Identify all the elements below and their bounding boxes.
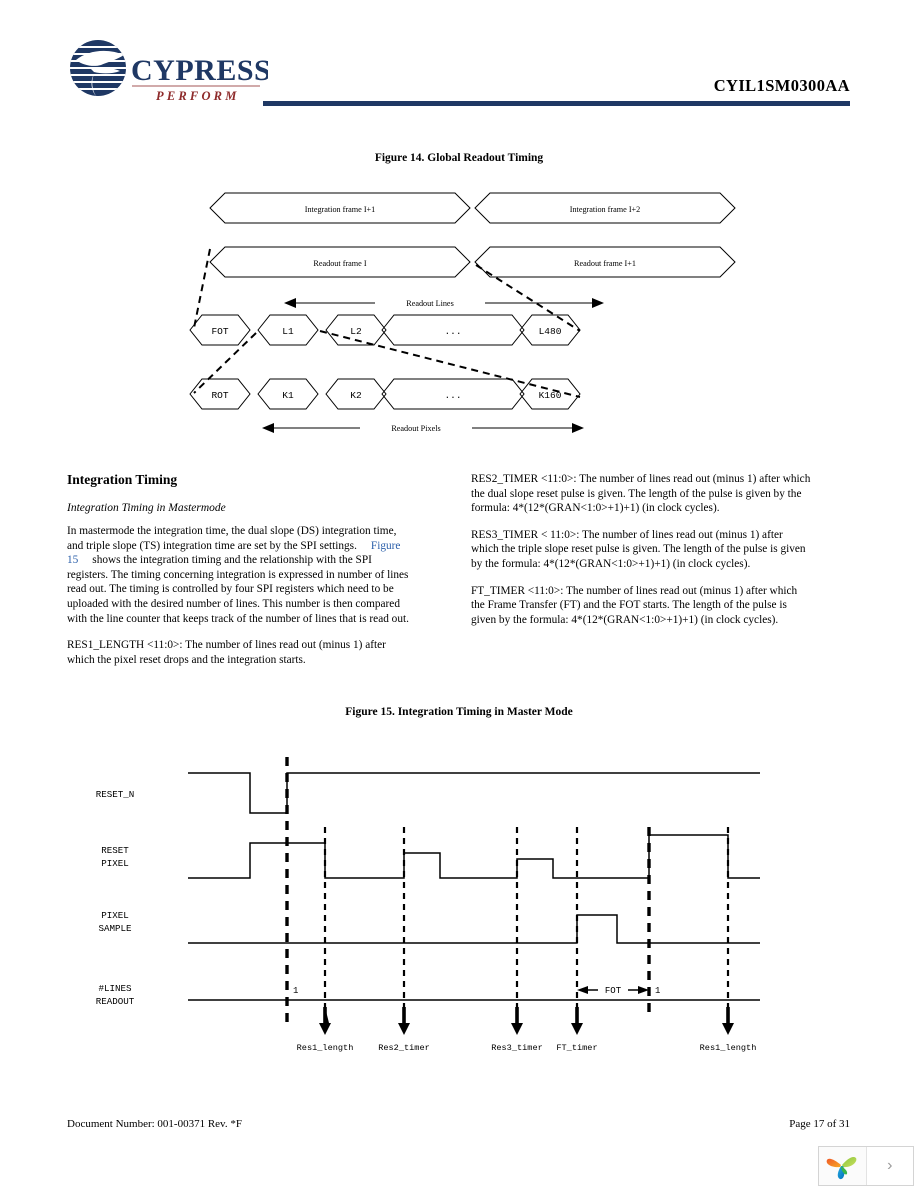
paragraph-mastermode: In mastermode the integration time, the … [67,524,412,626]
pixel-cell-ellipsis: ... [444,390,461,401]
signal-label-lines: #LINES [98,983,132,994]
header-rule [263,101,850,106]
readout-frame-row [209,246,736,278]
left-text-column: Integration Timing Integration Timing in… [67,472,412,679]
figure-15-diagram: RESET_N RESET PIXEL PIXEL SAMPLE #LINES … [60,735,860,1065]
line-cell-l480: L480 [539,326,562,337]
pixel-cell-k1: K1 [282,390,294,401]
line-cell-ellipsis: ... [444,326,461,337]
right-text-column: RES2_TIMER <11:0>: The number of lines r… [471,472,811,639]
integration-frame-row [209,192,736,224]
signal-label-reset-n: RESET_N [96,789,135,800]
integration-frame-1-label: Integration frame I+1 [305,205,376,214]
pixel-cell-k2: K2 [350,390,362,401]
viewer-brand-logo [819,1147,867,1185]
timing-markers [285,757,730,1025]
paragraph-ft-timer: FT_TIMER <11:0>: The number of lines rea… [471,584,798,626]
figure-15-caption: Figure 15. Integration Timing in Master … [345,706,573,718]
paragraph-res3-timer: RES3_TIMER < 11:0>: The number of lines … [471,528,806,570]
next-page-button[interactable]: › [867,1147,914,1185]
bottom-label-res1-length: Res1_length [297,1043,354,1053]
bottom-label-res1-length-2: Res1_length [700,1043,757,1053]
bottom-label-res3-timer: Res3_timer [491,1043,543,1053]
chevron-right-icon: › [887,1157,893,1174]
logo-wordmark: CYPRESS [131,54,268,87]
signal-label-reset-pixel: PIXEL [101,858,129,869]
paragraph-mastermode-part1: In mastermode the integration time, the … [67,525,397,552]
line-cell-l1: L1 [282,326,294,337]
page-number: Page 17 of 31 [789,1118,850,1130]
readout-pixels-label: Readout Pixels [391,424,440,433]
figure-15-svg: RESET_N RESET PIXEL PIXEL SAMPLE #LINES … [96,757,760,1053]
waveform-pixel-sample [188,914,760,944]
logo-tagline: PERFORM [156,89,240,103]
readout-frame-2-label: Readout frame I+1 [574,259,636,268]
bottom-label-res2-timer: Res2_timer [378,1043,430,1053]
paragraph-res2-timer: RES2_TIMER <11:0>: The number of lines r… [471,473,811,515]
signal-label-pixel: PIXEL [101,910,129,921]
pixel-cells-row [189,378,581,410]
paragraph-res1-length: RES1_LENGTH <11:0>: The number of lines … [67,639,386,666]
line-cell-fot: FOT [211,326,228,337]
section-title: Integration Timing [67,472,178,487]
viewer-widget: › [818,1146,914,1186]
datasheet-page: CYPRESS PERFORM CYIL1SM0300AA Figure 14.… [0,0,918,1188]
page-header: CYPRESS PERFORM CYIL1SM0300AA [0,0,918,125]
signal-label-pixel-sample: SAMPLE [98,923,132,934]
readout-frame-1-label: Readout frame I [313,259,366,268]
line-cells-row [189,314,581,346]
part-number: CYIL1SM0300AA [713,76,850,95]
cypress-logo: CYPRESS PERFORM [68,38,268,106]
document-number: Document Number: 001-00371 Rev. *F [67,1118,242,1130]
marker-one-left-label: 1 [293,986,298,996]
readout-lines-label: Readout Lines [406,299,454,308]
figure-14-svg: Integration frame I+1 Integration frame … [189,192,736,436]
fot-label: FOT [605,986,622,996]
signal-label-reset: RESET [101,845,129,856]
integration-frame-2-label: Integration frame I+2 [570,205,641,214]
page-footer: Document Number: 001-00371 Rev. *F Page … [0,1118,918,1142]
figure-14-caption: Figure 14. Global Readout Timing [374,152,544,164]
paragraph-mastermode-part2: shows the integration timing and the rel… [67,554,409,625]
bottom-arrowheads [319,1007,734,1035]
bottom-label-ft-timer: FT_timer [556,1043,597,1053]
waveform-reset-pixel [188,834,760,879]
subsection-title: Integration Timing in Mastermode [67,502,226,514]
waveform-reset-n [188,772,760,814]
signal-label-readout: READOUT [96,996,135,1007]
leaf-petals-icon [826,1156,857,1180]
figure-14-diagram: Integration frame I+1 Integration frame … [180,185,780,445]
marker-one-right-label: 1 [655,986,660,996]
line-cell-l2: L2 [350,326,362,337]
cypress-logo-svg: CYPRESS PERFORM [70,40,268,103]
pixel-cell-rot: ROT [211,390,228,401]
